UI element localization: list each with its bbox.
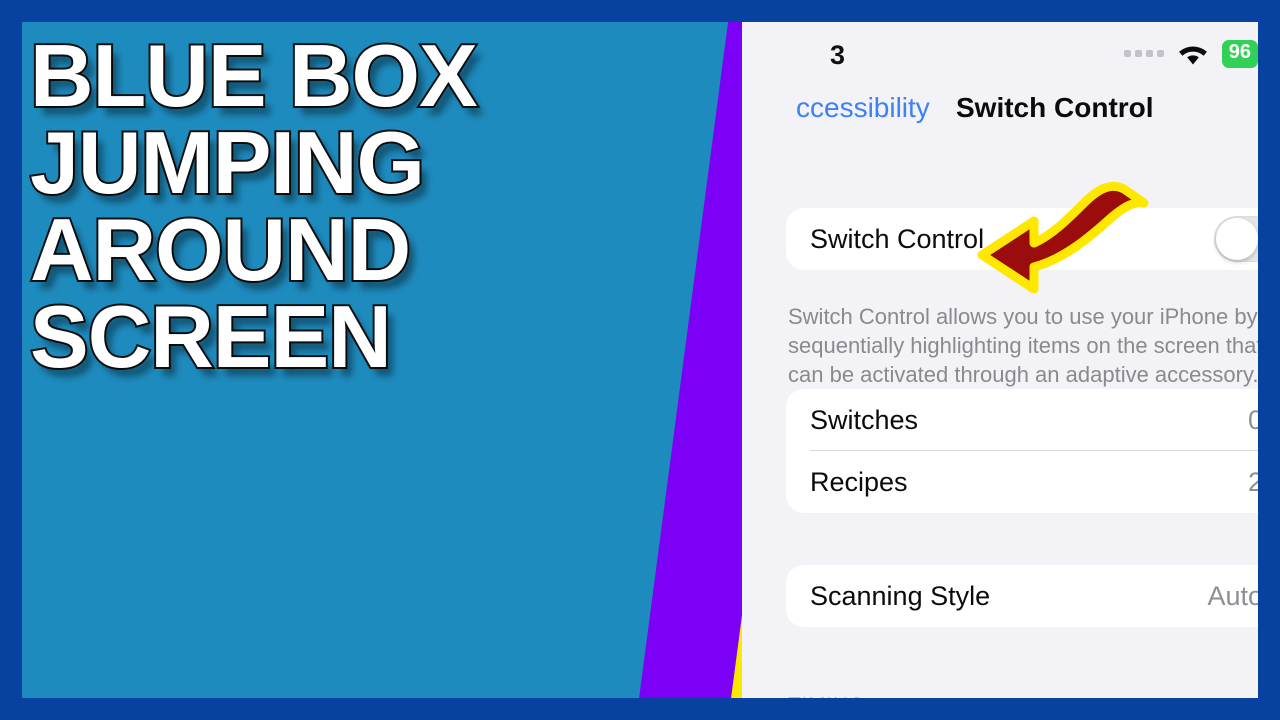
- list-item-recipes[interactable]: Recipes 2: [786, 451, 1258, 513]
- list-item-switches[interactable]: Switches 0: [786, 389, 1258, 451]
- status-time: 3: [830, 40, 846, 70]
- scanning-style-accessory: Auto: [1207, 581, 1258, 612]
- thumbnail-screen: BLUE BOX JUMPING AROUND SCREEN b i 3: [0, 0, 1280, 720]
- switches-accessory: 0: [1248, 405, 1258, 436]
- inner-canvas: BLUE BOX JUMPING AROUND SCREEN b i 3: [22, 22, 1258, 698]
- recipes-accessory: 2: [1248, 467, 1258, 498]
- thumbnail-left-panel: BLUE BOX JUMPING AROUND SCREEN b i: [22, 22, 742, 698]
- switch-control-toggle[interactable]: [1214, 216, 1258, 262]
- toggle-knob: [1216, 218, 1258, 260]
- switch-control-accessory: [1214, 216, 1258, 262]
- status-bar: 3 96: [742, 22, 1258, 82]
- switch-control-card: Switch Control: [786, 208, 1258, 270]
- switch-control-label: Switch Control: [810, 223, 985, 254]
- switches-recipes-card: Switches 0 Recipes 2: [786, 389, 1258, 513]
- scanning-style-card: Scanning Style Auto: [786, 565, 1258, 627]
- recipes-value: 2: [1247, 466, 1258, 497]
- ios-settings-screenshot: 3 96 ccessibility Switch Control Switch …: [742, 22, 1258, 698]
- status-indicators: 96: [1123, 40, 1258, 68]
- recipes-label: Recipes: [810, 466, 908, 497]
- switch-control-row[interactable]: Switch Control: [786, 208, 1258, 270]
- scanning-style-value: Auto: [1207, 580, 1258, 611]
- switches-value: 0: [1247, 404, 1258, 435]
- timing-section-header: TIMING: [788, 694, 866, 698]
- list-item-scanning-style[interactable]: Scanning Style Auto: [786, 565, 1258, 627]
- switches-label: Switches: [810, 404, 919, 435]
- back-link-accessibility[interactable]: ccessibility: [796, 92, 930, 124]
- scanning-style-label: Scanning Style: [810, 580, 991, 611]
- page-title: Switch Control: [956, 92, 1154, 123]
- wifi-icon: [1178, 46, 1207, 65]
- battery-badge: 96: [1221, 40, 1258, 68]
- thumbnail-headline: BLUE BOX JUMPING AROUND SCREEN: [28, 26, 480, 387]
- nav-bar: ccessibility Switch Control: [742, 82, 1258, 148]
- cellular-dots-icon: [1123, 50, 1164, 58]
- switch-control-description: Switch Control allows you to use your iP…: [788, 304, 1258, 388]
